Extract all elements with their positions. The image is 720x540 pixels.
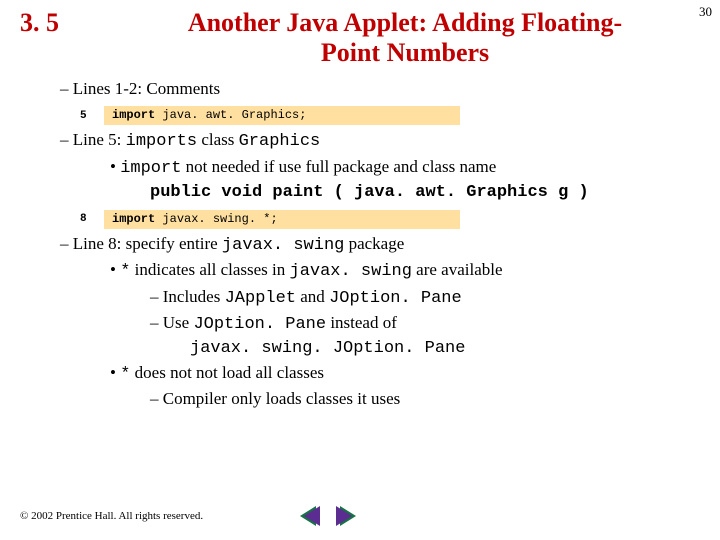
text: are available <box>412 260 503 279</box>
keyword-import: import <box>112 212 155 226</box>
bullet-star-available: • * indicates all classes in javax. swin… <box>110 259 700 283</box>
text: indicates all classes in <box>130 260 289 279</box>
bullet-lines-1-2: – Lines 1-2: Comments <box>60 78 700 100</box>
slide-page-number: 30 <box>699 4 712 20</box>
text: – Line 8: specify entire <box>60 234 222 253</box>
text: does not not load all classes <box>130 363 324 382</box>
code-line-5: 5 import java. awt. Graphics; <box>80 106 700 126</box>
copyright-footer: © 2002 Prentice Hall. All rights reserve… <box>20 510 203 522</box>
bullet-use-full-path: javax. swing. JOption. Pane <box>190 338 700 360</box>
title-line-2: Point Numbers <box>321 38 489 67</box>
code-line-8: 8 import javax. swing. *; <box>80 210 700 230</box>
slide-body: – Lines 1-2: Comments 5 import java. awt… <box>0 68 720 410</box>
keyword-import: import <box>112 108 155 122</box>
code-text: * <box>120 365 130 384</box>
bullet-use-instead: – Use JOption. Pane instead of <box>150 312 700 336</box>
line-number: 5 <box>80 109 104 123</box>
text: • <box>110 157 120 176</box>
code-text: JOption. Pane <box>329 289 462 308</box>
bullet-star-not-load: • * does not not load all classes <box>110 362 700 386</box>
section-number: 3. 5 <box>20 8 110 38</box>
code-text: JOption. Pane <box>193 315 326 334</box>
bullet-includes: – Includes JApplet and JOption. Pane <box>150 286 700 310</box>
code-rest: javax. swing. *; <box>155 212 277 226</box>
next-slide-icon[interactable] <box>340 506 356 526</box>
slide-title: Another Java Applet: Adding Floating- Po… <box>110 8 700 68</box>
code-source: import javax. swing. *; <box>104 210 460 230</box>
code-text: import <box>120 159 181 178</box>
code-text: javax. swing <box>222 236 344 255</box>
bullet-line-5: – Line 5: imports class Graphics <box>60 129 700 153</box>
text: – Includes <box>150 287 225 306</box>
code-text: Graphics <box>239 132 321 151</box>
text: instead of <box>326 313 397 332</box>
text: – Line 5: <box>60 130 126 149</box>
text: not needed if use full package and class… <box>181 157 496 176</box>
code-rest: java. awt. Graphics; <box>155 108 306 122</box>
code-text: JApplet <box>225 289 296 308</box>
text: and <box>296 287 329 306</box>
text: • <box>110 260 120 279</box>
public-void-paint-decl: public void paint ( java. awt. Graphics … <box>150 182 700 204</box>
code-source: import java. awt. Graphics; <box>104 106 460 126</box>
text: – Use <box>150 313 193 332</box>
text: • <box>110 363 120 382</box>
bullet-line-8: – Line 8: specify entire javax. swing pa… <box>60 233 700 257</box>
bullet-compiler-loads: – Compiler only loads classes it uses <box>150 388 700 410</box>
text: class <box>197 130 239 149</box>
title-line-1: Another Java Applet: Adding Floating- <box>188 8 622 37</box>
text: package <box>344 234 404 253</box>
bullet-import-not-needed: • import not needed if use full package … <box>110 156 700 180</box>
code-text: * <box>120 262 130 281</box>
code-text: javax. swing <box>290 262 412 281</box>
slide-heading: 3. 5 Another Java Applet: Adding Floatin… <box>0 0 720 68</box>
code-text: imports <box>126 132 197 151</box>
prev-slide-icon[interactable] <box>300 506 316 526</box>
line-number: 8 <box>80 212 104 226</box>
